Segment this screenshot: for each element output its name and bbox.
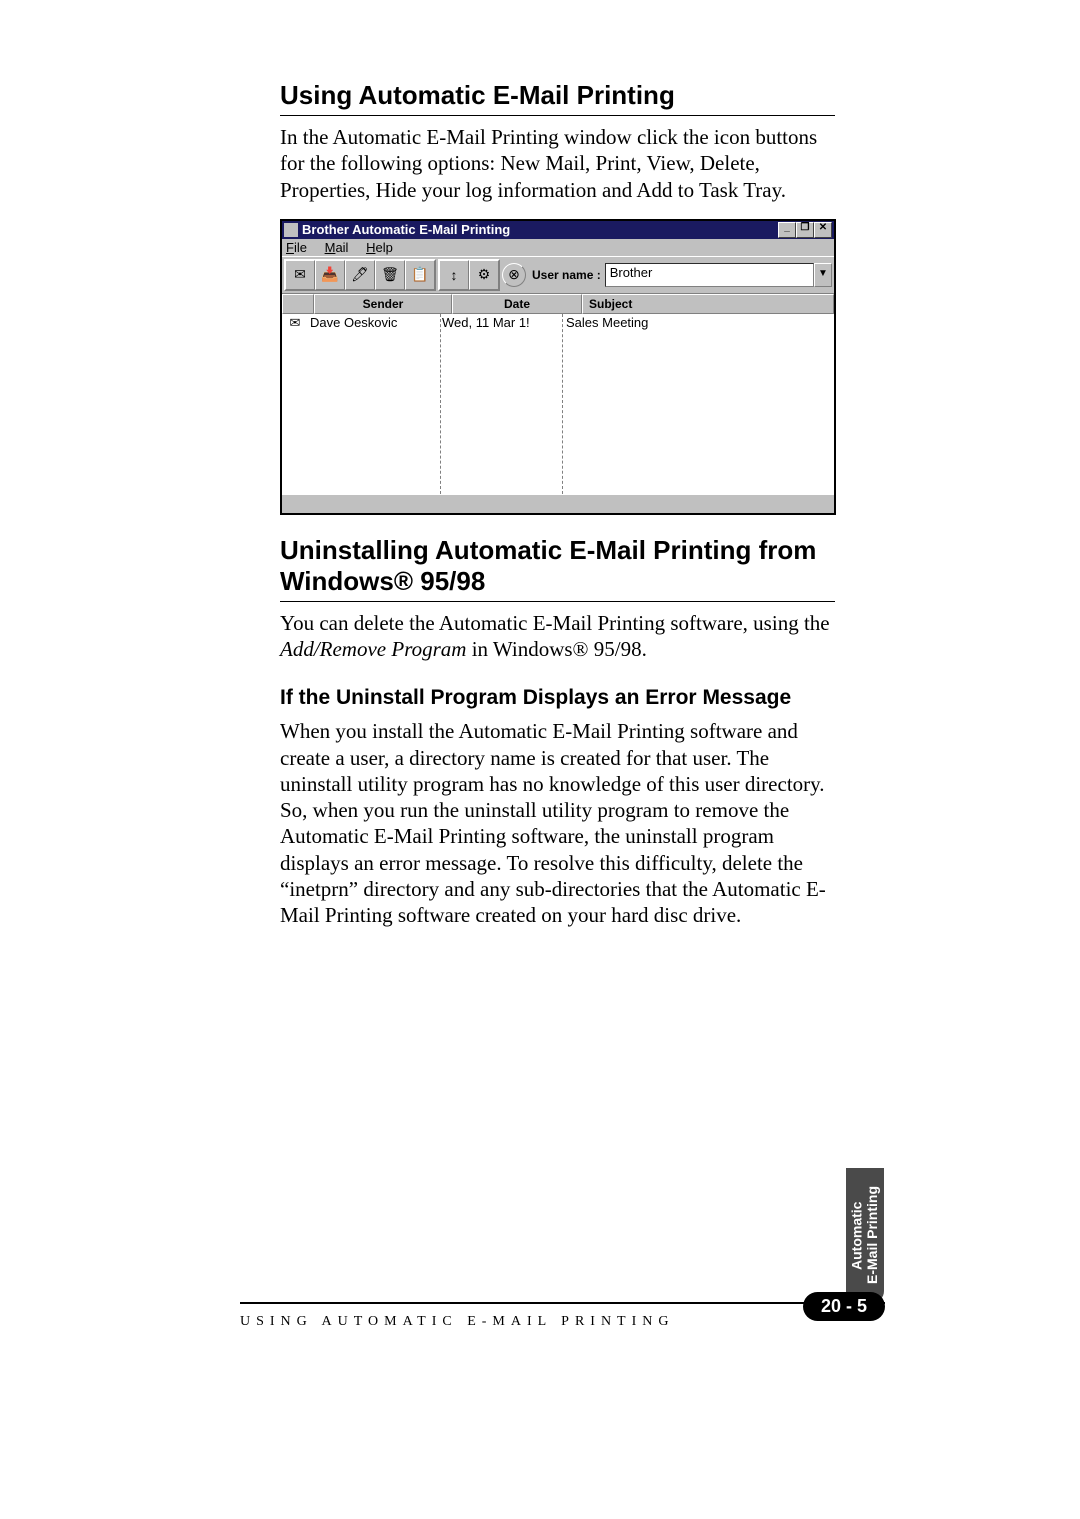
menu-bar: File Mail Help — [282, 239, 834, 256]
para-using: In the Automatic E-Mail Printing window … — [280, 124, 835, 203]
close-button[interactable]: ✕ — [814, 222, 832, 238]
menu-file[interactable]: File — [286, 240, 307, 255]
username-dropdown-button[interactable]: ▼ — [814, 263, 832, 287]
toolbar: ✉ 📥 🖊 🗑 📋 ↕ ⚙ ⊗ User name : Brother ▼ — [282, 256, 834, 293]
para-uninstall: You can delete the Automatic E-Mail Prin… — [280, 610, 835, 663]
toolbar-view-button[interactable]: 🖊 — [345, 260, 375, 290]
column-headers: Sender Date Subject — [282, 293, 834, 314]
toolbar-delete-button[interactable]: 🗑 — [375, 260, 405, 290]
toolbar-newmail-button[interactable]: ✉ — [285, 260, 315, 290]
app-window: Brother Automatic E-Mail Printing _ ❐ ✕ … — [280, 219, 836, 515]
mail-icon: ✉ — [282, 315, 308, 331]
toolbar-print-button[interactable]: 📥 — [315, 260, 345, 290]
col-icon[interactable] — [282, 294, 314, 314]
text: in Windows® 95/98. — [466, 637, 646, 661]
page-number: 20 - 5 — [803, 1292, 885, 1321]
menu-mail[interactable]: Mail — [325, 240, 349, 255]
footer: USING AUTOMATIC E-MAIL PRINTING 20 - 5 — [240, 1302, 885, 1344]
col-sender[interactable]: Sender — [314, 294, 452, 314]
maximize-button[interactable]: ❐ — [796, 222, 814, 238]
heading-using: Using Automatic E-Mail Printing — [280, 80, 835, 116]
window-title: Brother Automatic E-Mail Printing — [302, 222, 510, 237]
cell-date: Wed, 11 Mar 1! — [442, 315, 564, 331]
toolbar-stop-button[interactable]: ⊗ — [502, 263, 526, 287]
app-icon — [284, 223, 298, 237]
cell-sender: Dave Oeskovic — [308, 315, 442, 331]
footer-running-head: USING AUTOMATIC E-MAIL PRINTING — [240, 1314, 675, 1330]
toolbar-hidelog-button[interactable]: ↕ — [439, 260, 469, 290]
col-date[interactable]: Date — [452, 294, 582, 314]
username-input[interactable]: Brother — [605, 263, 814, 287]
username-label: User name : — [532, 268, 601, 282]
text: You can delete the Automatic E-Mail Prin… — [280, 611, 830, 635]
side-tab: Automatic E-Mail Printing — [846, 1168, 884, 1303]
menu-help[interactable]: Help — [366, 240, 393, 255]
cell-subject: Sales Meeting — [564, 315, 834, 331]
status-bar — [282, 494, 834, 513]
para-error: When you install the Automatic E-Mail Pr… — [280, 718, 835, 928]
text-em: Add/Remove Program — [280, 637, 466, 661]
window-titlebar: Brother Automatic E-Mail Printing _ ❐ ✕ — [282, 221, 834, 239]
minimize-button[interactable]: _ — [778, 222, 796, 238]
message-list: ✉ Dave Oeskovic Wed, 11 Mar 1! Sales Mee… — [282, 314, 834, 494]
toolbar-properties-button[interactable]: 📋 — [405, 260, 435, 290]
heading-error: If the Uninstall Program Displays an Err… — [280, 686, 835, 710]
toolbar-tasktray-button[interactable]: ⚙ — [469, 260, 499, 290]
heading-uninstall: Uninstalling Automatic E-Mail Printing f… — [280, 535, 835, 602]
list-item[interactable]: ✉ Dave Oeskovic Wed, 11 Mar 1! Sales Mee… — [282, 314, 834, 332]
col-subject[interactable]: Subject — [582, 294, 834, 314]
